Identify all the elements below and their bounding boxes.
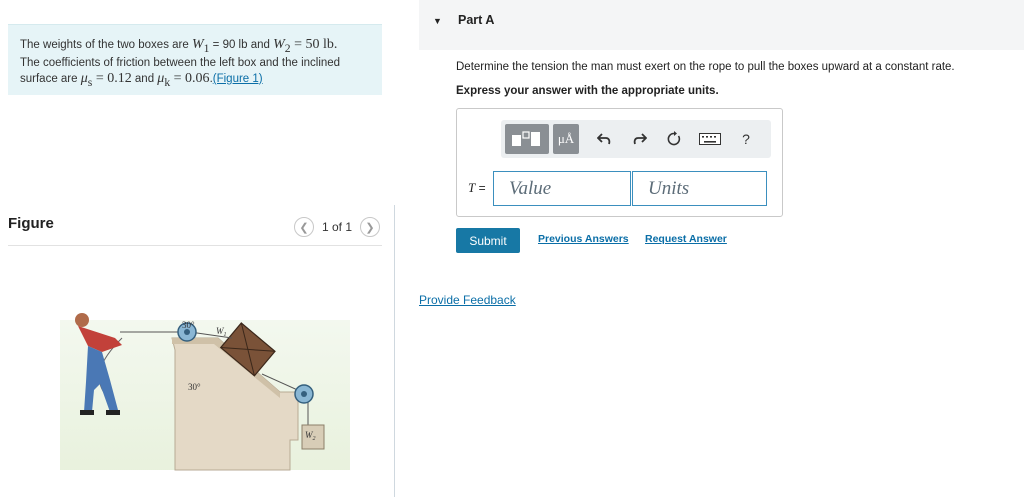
reset-icon[interactable]: [663, 124, 685, 154]
redo-glyph: [633, 133, 647, 145]
problem-text: The weights of the two boxes are: [20, 39, 189, 51]
w2-symbol: W: [273, 37, 285, 52]
templates-glyph: [512, 131, 540, 146]
templates-icon[interactable]: [505, 124, 549, 154]
keyboard-icon[interactable]: [697, 124, 723, 154]
undo-glyph: [597, 133, 611, 145]
chevron-left-icon: ❮: [299, 221, 309, 234]
figure-link[interactable]: (Figure 1): [213, 73, 263, 85]
question-text: Determine the tension the man must exert…: [456, 61, 955, 73]
help-icon[interactable]: ?: [737, 124, 755, 154]
instruction-text: Express your answer with the appropriate…: [456, 85, 719, 97]
provide-feedback-link[interactable]: Provide Feedback: [419, 293, 516, 307]
reset-glyph: [667, 131, 681, 146]
caret-down-icon[interactable]: ▼: [433, 16, 442, 26]
conjunction: and: [247, 39, 274, 51]
mu-k-value: = 0.06: [170, 70, 210, 86]
panel-divider: [394, 205, 395, 497]
figure-image: 30° 30° W1 W2: [40, 290, 360, 480]
mu-s-symbol: μ: [80, 70, 88, 86]
left-panel: The weights of the two boxes are W1 = 90…: [0, 0, 394, 497]
math-toolbar: μÅ ?: [501, 120, 771, 158]
angle-label-top: 30°: [182, 320, 195, 330]
w1-value: = 90 lb: [209, 39, 248, 51]
figure-header: Figure ❮ 1 of 1 ❯: [8, 212, 382, 246]
figure-title: Figure: [8, 215, 54, 232]
muk-expression: μk = 0.06: [157, 70, 210, 89]
part-title: Part A: [458, 13, 495, 27]
keyboard-glyph: [699, 133, 721, 145]
chevron-right-icon: ❯: [365, 221, 375, 234]
w1-symbol: W: [191, 37, 204, 52]
next-figure-button[interactable]: ❯: [360, 217, 380, 237]
figure-pager: ❮ 1 of 1 ❯: [293, 217, 380, 237]
pulley-diagram-illustration: 30° 30° W1 W2: [60, 313, 350, 471]
w2-expression: W2: [273, 37, 291, 55]
undo-icon[interactable]: [593, 124, 615, 154]
problem-text: The coefficients of friction between the…: [20, 56, 341, 69]
part-header[interactable]: ▼ Part A: [419, 0, 1024, 50]
submit-button[interactable]: Submit: [456, 228, 520, 253]
pager-text: 1 of 1: [321, 220, 352, 234]
redo-icon[interactable]: [629, 124, 651, 154]
mu-s-value: = 0.12: [92, 70, 132, 86]
problem-text: surface are: [20, 72, 78, 85]
answer-box: μÅ ? T = Value Units: [456, 108, 783, 217]
w2-value: = 50 lb.: [290, 37, 338, 52]
w1-expression: W1: [191, 37, 210, 55]
mus-expression: μs = 0.12: [80, 70, 132, 89]
units-input[interactable]: Units: [632, 171, 767, 206]
value-input[interactable]: Value: [493, 171, 631, 206]
answer-variable-label: T =: [468, 180, 486, 196]
previous-answers-link[interactable]: Previous Answers: [538, 233, 629, 245]
equals-sign: =: [475, 181, 486, 195]
angle-label-bottom: 30°: [188, 382, 201, 392]
conjunction: and: [131, 72, 158, 85]
request-answer-link[interactable]: Request Answer: [645, 233, 727, 245]
previous-figure-button[interactable]: ❮: [293, 217, 314, 237]
mu-angstrom-icon[interactable]: μÅ: [553, 124, 579, 154]
problem-statement: The weights of the two boxes are W1 = 90…: [8, 24, 382, 95]
